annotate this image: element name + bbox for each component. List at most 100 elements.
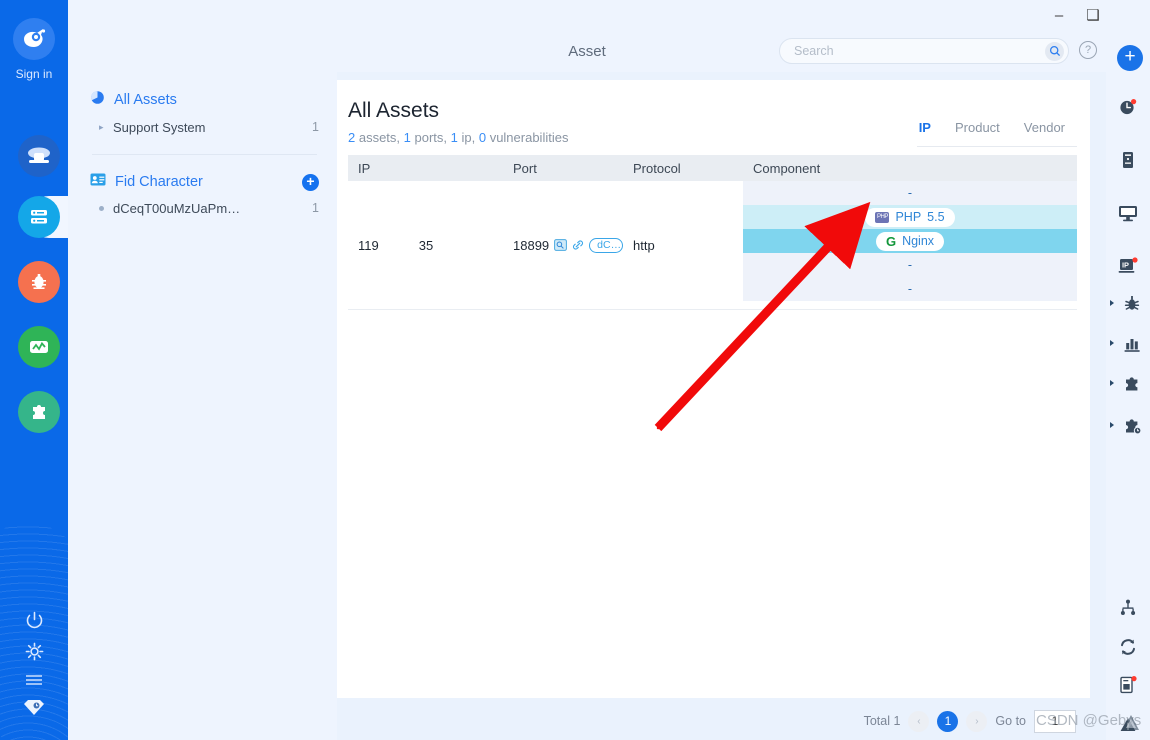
- nginx-icon: G: [885, 233, 897, 249]
- component-row-empty: -: [743, 181, 1077, 205]
- search-icon[interactable]: [1045, 41, 1064, 61]
- ip-value-part1: 119: [358, 237, 379, 253]
- window-chrome: – ❑ ✕: [68, 0, 1150, 30]
- tab-product[interactable]: Product: [943, 120, 1012, 142]
- report-doc-icon[interactable]: [1106, 670, 1150, 700]
- link-icon[interactable]: [572, 239, 584, 252]
- add-character-button[interactable]: +: [302, 173, 319, 191]
- refresh-icon[interactable]: [1106, 632, 1150, 662]
- content-card: All Assets 2 assets, 1 ports, 1 ip, 0 vu…: [337, 80, 1090, 698]
- rail-power[interactable]: [0, 610, 68, 636]
- menu-icon: [26, 675, 42, 685]
- maximize-button[interactable]: ❑: [1076, 1, 1110, 29]
- sitemap-icon[interactable]: [1106, 593, 1150, 623]
- top-bar: Asset ?: [68, 30, 1106, 72]
- shield-clock-icon: [24, 700, 44, 715]
- chart-wave-icon: [30, 341, 48, 353]
- sidebar-divider: [92, 154, 317, 155]
- summary-ports-count: 1: [403, 130, 411, 145]
- clock-alert-icon[interactable]: [1106, 92, 1150, 122]
- column-header-protocol: Protocol: [633, 160, 681, 176]
- cell-protocol: http: [633, 237, 655, 253]
- server-list-icon: [31, 210, 47, 224]
- tab-vendor[interactable]: Vendor: [1012, 120, 1077, 142]
- search-input[interactable]: [794, 44, 1045, 58]
- pagination-goto-label: Go to: [995, 714, 1026, 728]
- sidebar-group-fid-character[interactable]: Fid Character +: [90, 173, 319, 191]
- monitor-icon[interactable]: [1106, 198, 1150, 228]
- pagination-total: Total 1: [863, 714, 901, 728]
- component-version: 5.5: [927, 210, 945, 224]
- cell-ip: 119 35: [348, 181, 503, 309]
- summary-vuln-word: vulnerabilities: [486, 130, 569, 145]
- rail-settings[interactable]: [0, 641, 68, 667]
- chevron-right-icon[interactable]: ▸: [99, 122, 113, 133]
- ip-badge-icon[interactable]: IP: [1106, 251, 1150, 281]
- bug-icon[interactable]: [1110, 289, 1150, 319]
- sidebar-item-count: 1: [312, 120, 319, 134]
- cell-port: 18899 dC…: [503, 181, 623, 309]
- bar-chart-icon[interactable]: [1110, 329, 1150, 359]
- sidebar-group-label: Fid Character: [115, 174, 203, 190]
- table-row[interactable]: 119 35 18899 dC… http - PHP PHP 5.5 G Ng…: [348, 181, 1077, 309]
- rail-item-vuln[interactable]: [18, 261, 60, 303]
- php-icon: PHP: [875, 211, 890, 223]
- power-icon: [26, 611, 42, 629]
- pie-chart-icon: [90, 90, 105, 110]
- bug-red-icon: [32, 274, 46, 289]
- rail-item-plugins[interactable]: [18, 391, 60, 433]
- summary-ip-count: 1: [450, 130, 458, 145]
- server-tower-icon[interactable]: [1106, 145, 1150, 175]
- tab-underline: [917, 146, 1077, 147]
- sidebar-group-label: All Assets: [114, 92, 177, 108]
- lab-flask-icon: [28, 147, 50, 163]
- pagination-next-button[interactable]: ›: [966, 710, 988, 732]
- sidebar-item-count: 1: [312, 201, 319, 215]
- sidebar-group-all-assets[interactable]: All Assets: [90, 90, 319, 110]
- assets-table: IP Port Protocol Component 119 35 18899: [348, 155, 1077, 310]
- port-tag[interactable]: dC…: [589, 237, 623, 253]
- component-name: Nginx: [902, 234, 935, 248]
- id-card-icon: [90, 173, 106, 191]
- pagination-prev-button[interactable]: ‹: [908, 710, 930, 732]
- rail-item-assets[interactable]: [18, 196, 60, 238]
- summary-vuln-count: 0: [478, 130, 487, 145]
- rail-item-1[interactable]: [18, 135, 60, 177]
- rail-shield[interactable]: [0, 697, 68, 722]
- summary-assets-word: assets,: [355, 130, 404, 145]
- search-box[interactable]: [779, 38, 1069, 64]
- component-row-empty: -: [743, 253, 1077, 277]
- fish-logo-icon[interactable]: [13, 18, 55, 60]
- help-icon[interactable]: ?: [1079, 41, 1097, 59]
- rail-item-monitor[interactable]: [18, 326, 60, 368]
- rail-menu[interactable]: [0, 672, 68, 693]
- column-header-component: Component: [753, 160, 821, 176]
- component-badge-nginx[interactable]: G Nginx: [875, 231, 945, 251]
- csdn-logo-icon: [1120, 712, 1142, 734]
- app-logo-block[interactable]: Sign in: [0, 18, 68, 81]
- sidebar-item-support-system[interactable]: ▸ Support System 1: [90, 114, 319, 140]
- puzzle-clock-icon[interactable]: [1110, 411, 1150, 441]
- port-value: 18899: [513, 237, 550, 253]
- component-row-php[interactable]: PHP PHP 5.5: [743, 205, 1077, 229]
- sidebar-item-label: Support System: [113, 119, 206, 135]
- component-row-nginx[interactable]: G Nginx: [743, 229, 1077, 253]
- gear-icon: [25, 642, 43, 661]
- puzzle-icon[interactable]: [1110, 369, 1150, 399]
- minimize-button[interactable]: –: [1042, 1, 1076, 29]
- table-header-row: IP Port Protocol Component: [348, 155, 1077, 181]
- pagination: Total 1 ‹ 1 › Go to: [337, 702, 1090, 740]
- column-header-port: Port: [513, 160, 537, 176]
- tab-ip[interactable]: IP: [907, 120, 943, 142]
- pagination-page-1[interactable]: 1: [937, 710, 959, 732]
- component-badge-php[interactable]: PHP PHP 5.5: [865, 207, 955, 227]
- sign-in-label[interactable]: Sign in: [0, 67, 68, 81]
- app-root: Sign in – ❑ Asset Search ? All Assets ▸ …: [0, 0, 1150, 740]
- left-rail: Sign in: [0, 0, 68, 740]
- sidebar-item-character[interactable]: dCeqT00uMzUaPm… 1: [90, 195, 319, 221]
- table-bottom-border: [348, 309, 1077, 310]
- monitor-scan-icon[interactable]: [554, 239, 568, 252]
- ip-value-part2: 35: [418, 237, 434, 253]
- sidebar-item-label: dCeqT00uMzUaPm…: [113, 200, 241, 216]
- add-button[interactable]: +: [1117, 45, 1143, 71]
